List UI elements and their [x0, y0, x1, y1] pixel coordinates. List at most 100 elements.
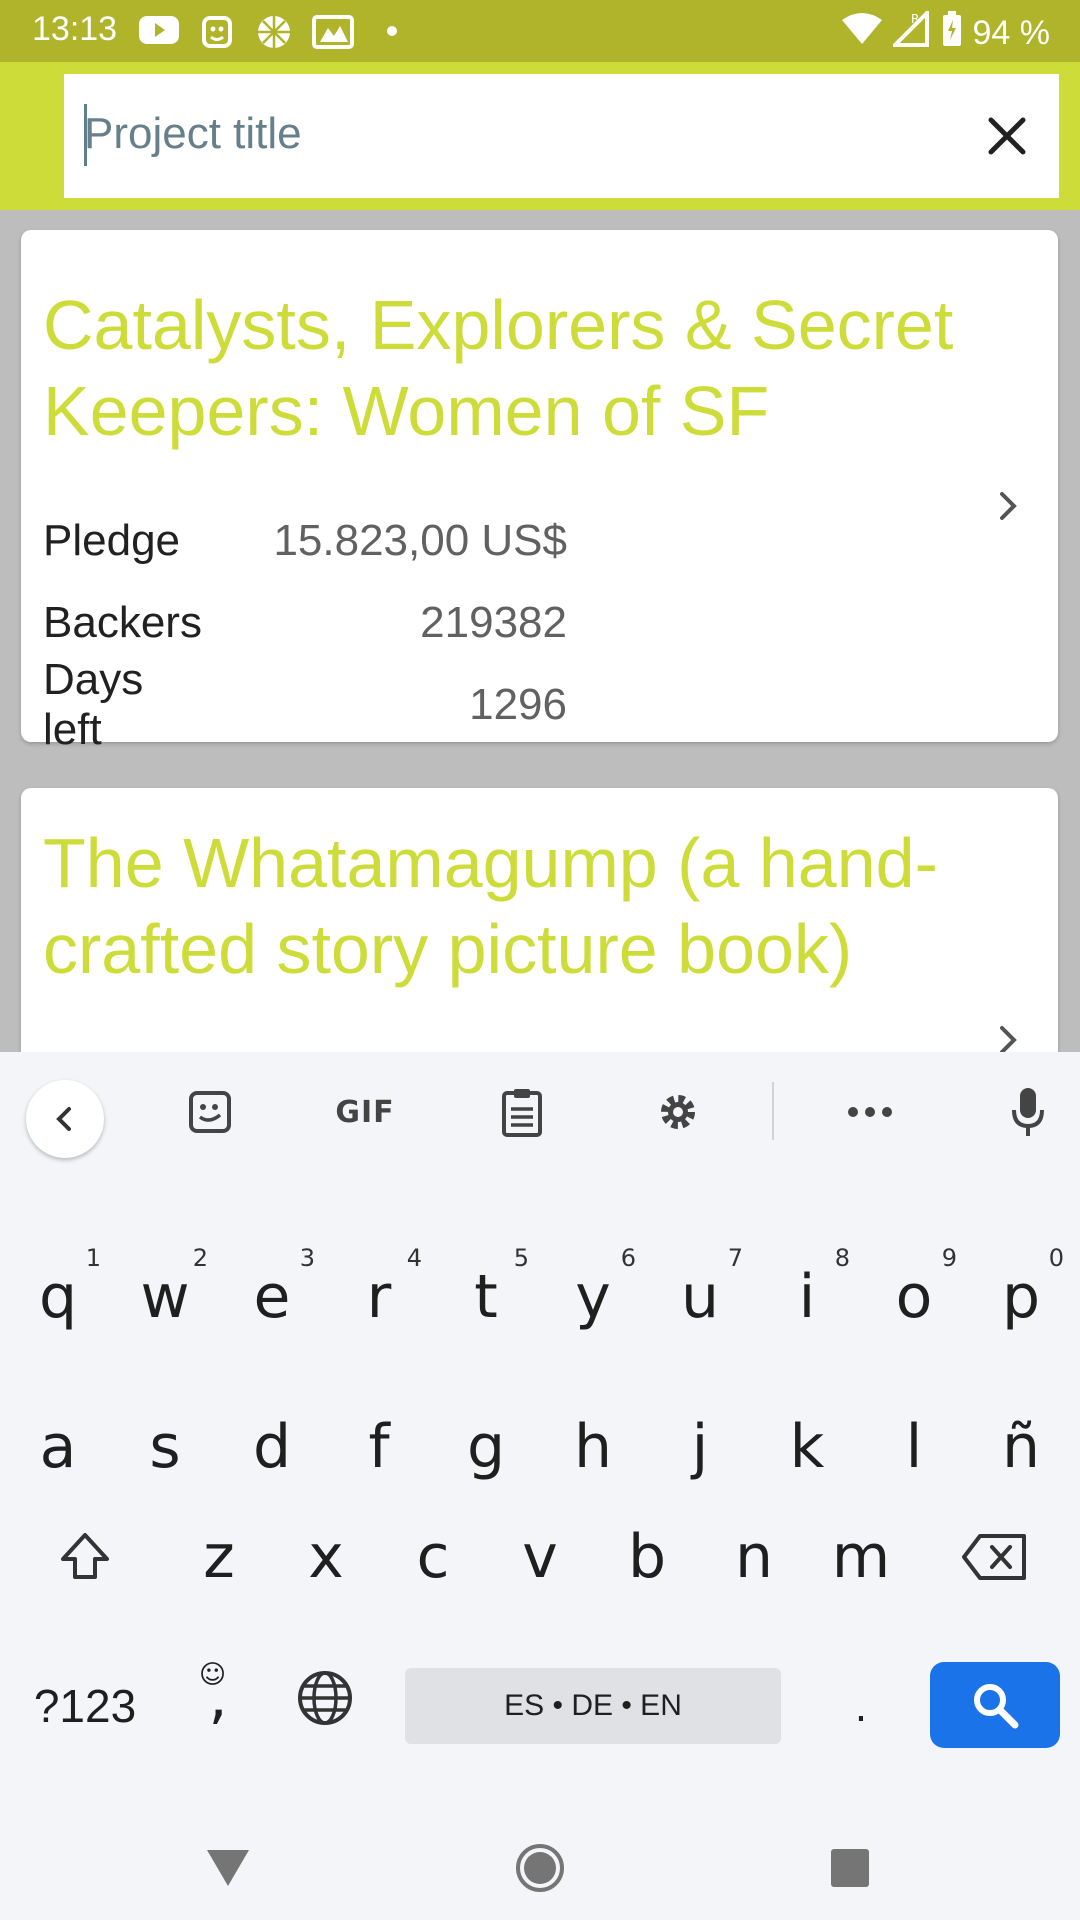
key-e[interactable]: e3 [219, 1232, 325, 1362]
key-number-hint: 8 [834, 1244, 850, 1272]
emoji-icon: ☺ [199, 1660, 227, 1690]
project-title: Catalysts, Explorers & Secret Keepers: W… [43, 286, 954, 450]
key-m[interactable]: m [808, 1492, 914, 1622]
home-nav-button[interactable] [510, 1838, 570, 1898]
more-horiz-icon [848, 1107, 892, 1117]
key-label: o [895, 1262, 933, 1332]
key-label: r [366, 1262, 392, 1332]
language-key[interactable] [272, 1648, 378, 1748]
globe-icon [298, 1671, 352, 1725]
chevron-right-icon [1000, 1026, 1017, 1052]
gear-icon [661, 1095, 695, 1129]
back-nav-button[interactable] [198, 1838, 258, 1898]
clipboard-button[interactable] [492, 1080, 552, 1144]
project-title: The Whatamagump (a hand-crafted story pi… [43, 824, 938, 988]
key-number-hint: 1 [85, 1244, 101, 1272]
project-list: Catalysts, Explorers & Secret Keepers: W… [0, 210, 1080, 1052]
gif-button[interactable]: GIF [320, 1080, 410, 1144]
backers-row: Backers 219382 [43, 582, 567, 664]
key-number-hint: 2 [192, 1244, 208, 1272]
voice-input-button[interactable] [998, 1080, 1058, 1144]
key-number-hint: 0 [1048, 1244, 1064, 1272]
search-icon [974, 1684, 1019, 1729]
backers-label: Backers [43, 598, 202, 647]
cell-signal-icon: R [889, 8, 931, 56]
key-p[interactable]: p0 [968, 1232, 1074, 1362]
recents-nav-button[interactable] [820, 1838, 880, 1898]
gif-label: GIF [335, 1094, 395, 1130]
chevron-right-icon [1000, 492, 1017, 520]
shift-icon [61, 1533, 109, 1579]
days-left-label: Days left [43, 655, 144, 754]
key-v[interactable]: v [487, 1492, 593, 1622]
clear-search-button[interactable] [979, 108, 1035, 164]
clipboard-icon [502, 1089, 542, 1137]
project-stats: Pledge 15.823,00 US$ Backers 219382 Days… [43, 500, 567, 754]
on-screen-keyboard: GIF q1w2e3r4t5y6u7i8o9p0 asdfghjklñ zxcv… [0, 1052, 1080, 1818]
aperture-icon [256, 14, 292, 55]
period-key[interactable]: . [808, 1648, 914, 1748]
key-number-hint: 4 [406, 1244, 422, 1272]
backspace-icon [962, 1534, 1026, 1580]
sticker-icon [189, 1091, 231, 1133]
key-label: p [1001, 1262, 1041, 1332]
key-n[interactable]: n [701, 1492, 807, 1622]
close-icon [988, 117, 1026, 155]
pledge-value: 15.823,00 US$ [273, 516, 567, 565]
keyboard-toolbar: GIF [0, 1052, 1080, 1170]
days-left-row: Days left 1296 [43, 655, 567, 754]
search-box [64, 74, 1059, 198]
key-x[interactable]: x [273, 1492, 379, 1622]
pledge-label: Pledge [43, 516, 181, 565]
key-i[interactable]: i8 [754, 1232, 860, 1362]
microphone-icon [1012, 1088, 1044, 1136]
project-card[interactable]: Catalysts, Explorers & Secret Keepers: W… [21, 230, 1058, 754]
keyboard-back-button[interactable] [26, 1080, 104, 1158]
sticker-button[interactable] [180, 1080, 240, 1144]
key-b[interactable]: b [594, 1492, 700, 1622]
circle-home-icon [516, 1844, 564, 1892]
key-w[interactable]: w2 [112, 1232, 218, 1362]
app-notification-icon [200, 14, 234, 55]
key-o[interactable]: o9 [861, 1232, 967, 1362]
space-bar[interactable]: ES • DE • EN [405, 1668, 781, 1744]
key-c[interactable]: c [380, 1492, 486, 1622]
search-toolbar [0, 62, 1080, 210]
wifi-icon [841, 12, 883, 55]
key-number-hint: 9 [941, 1244, 957, 1272]
more-options-button[interactable] [840, 1080, 900, 1144]
days-left-value: 1296 [469, 680, 567, 729]
key-u[interactable]: u7 [647, 1232, 753, 1362]
key-label: u [680, 1262, 720, 1332]
key-q[interactable]: q1 [5, 1232, 111, 1362]
shift-key[interactable] [32, 1492, 138, 1622]
key-r[interactable]: r4 [326, 1232, 432, 1362]
youtube-icon [138, 14, 180, 51]
settings-button[interactable] [648, 1080, 708, 1144]
text-cursor [84, 104, 87, 166]
key-number-hint: 6 [620, 1244, 636, 1272]
key-y[interactable]: y6 [540, 1232, 646, 1362]
triangle-back-icon [207, 1850, 249, 1886]
toolbar-divider [772, 1082, 774, 1140]
gallery-icon [312, 14, 354, 55]
backspace-key[interactable] [942, 1492, 1048, 1622]
key-label: q [38, 1262, 78, 1332]
search-enter-key[interactable] [930, 1662, 1060, 1748]
key-z[interactable]: z [166, 1492, 272, 1622]
symbols-key[interactable]: ?123 [20, 1668, 150, 1744]
key-label: t [474, 1262, 498, 1332]
more-notifications-dot-icon [386, 24, 398, 42]
comma-key[interactable]: , ☺ [165, 1642, 271, 1752]
svg-text:R: R [911, 12, 919, 26]
system-navigation-bar [0, 1818, 1080, 1920]
project-card[interactable]: The Whatamagump (a hand-crafted story pi… [21, 788, 1058, 1052]
key-t[interactable]: t5 [433, 1232, 539, 1362]
battery-percent: 94 % [972, 14, 1051, 52]
backers-value: 219382 [420, 598, 567, 647]
project-title-search-input[interactable] [84, 102, 964, 166]
square-recents-icon [831, 1849, 869, 1887]
key-label: e [253, 1262, 291, 1332]
key-number-hint: 7 [727, 1244, 743, 1272]
key-label: w [140, 1262, 190, 1332]
